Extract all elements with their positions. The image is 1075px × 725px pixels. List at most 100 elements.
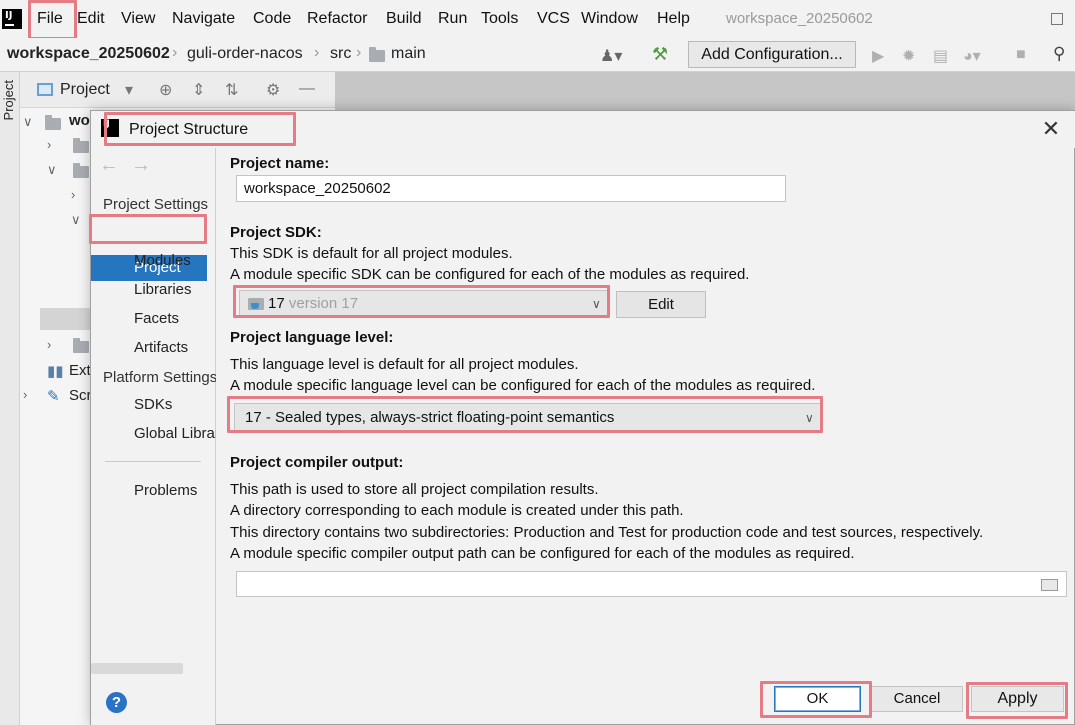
chevron-down-icon[interactable]: ∨ bbox=[23, 114, 33, 130]
breadcrumb-module[interactable]: guli-order-nacos bbox=[187, 45, 303, 63]
debug-icon[interactable]: ✹ bbox=[902, 46, 915, 66]
profile-icon[interactable]: ◕▾ bbox=[963, 46, 981, 66]
menu-vcs[interactable]: VCS bbox=[537, 10, 570, 28]
chevron-down-icon[interactable]: ▾ bbox=[125, 80, 133, 100]
sidebar-separator bbox=[105, 461, 201, 462]
locate-icon[interactable]: ⊕ bbox=[159, 80, 172, 100]
forward-arrow-icon[interactable]: → bbox=[131, 154, 151, 177]
folder-icon bbox=[73, 338, 89, 353]
project-sdk-label: Project SDK: bbox=[230, 224, 322, 241]
chevron-down-icon: ∨ bbox=[592, 297, 601, 311]
menu-bar: IJ File Edit View Navigate Code Refactor… bbox=[0, 0, 1075, 38]
user-icon[interactable]: ♟▾ bbox=[600, 46, 622, 66]
breadcrumb-src[interactable]: src bbox=[330, 45, 351, 63]
menu-tools[interactable]: Tools bbox=[481, 10, 518, 28]
project-structure-dialog: IJ Project Structure ✕ ← → Project Setti… bbox=[90, 110, 1075, 725]
intellij-logo-icon: IJ bbox=[0, 7, 24, 31]
sidebar-item-libraries[interactable]: Libraries bbox=[134, 281, 216, 298]
maximize-icon[interactable] bbox=[1051, 13, 1063, 25]
expand-all-icon[interactable]: ⇕ bbox=[192, 80, 205, 100]
project-sdk-dropdown[interactable]: 17 version 17 ∨ bbox=[239, 290, 609, 317]
cancel-button[interactable]: Cancel bbox=[871, 686, 963, 712]
language-level-dropdown[interactable]: 17 - Sealed types, always-strict floatin… bbox=[234, 403, 822, 432]
sidebar-item-problems[interactable]: Problems bbox=[134, 482, 216, 499]
breadcrumb-separator-icon: › bbox=[314, 44, 320, 61]
tree-item-external-libraries[interactable]: Ext bbox=[69, 362, 91, 379]
build-hammer-icon[interactable]: ⚒ bbox=[652, 44, 668, 65]
project-view-title[interactable]: Project bbox=[60, 81, 110, 99]
sidebar-item-modules[interactable]: Modules bbox=[134, 252, 216, 269]
menu-run[interactable]: Run bbox=[438, 10, 467, 28]
breadcrumb-workspace[interactable]: workspace_20250602 bbox=[7, 45, 170, 63]
language-level-desc-2: A module specific language level can be … bbox=[230, 377, 816, 394]
sidebar-scrollbar[interactable] bbox=[91, 663, 183, 674]
project-settings-content: Project name: workspace_20250602 Project… bbox=[217, 148, 1075, 688]
project-toolbar: Project ▾ ⊕ ⇕ ⇅ ⚙ — bbox=[20, 72, 335, 108]
menu-code[interactable]: Code bbox=[253, 10, 291, 28]
chevron-right-icon[interactable]: › bbox=[47, 137, 51, 152]
chevron-right-icon[interactable]: › bbox=[71, 187, 75, 202]
jdk-folder-icon bbox=[248, 298, 264, 310]
sdk-selected-value: 17 version 17 bbox=[268, 295, 358, 312]
platform-settings-header: Platform Settings bbox=[103, 369, 216, 386]
chevron-right-icon[interactable]: › bbox=[47, 337, 51, 352]
scratches-icon: ✎ bbox=[47, 388, 60, 405]
browse-folder-icon[interactable] bbox=[1041, 579, 1058, 591]
sdk-name: 17 bbox=[268, 295, 285, 312]
back-arrow-icon[interactable]: ← bbox=[99, 154, 119, 177]
edit-sdk-button[interactable]: Edit bbox=[616, 291, 706, 318]
menu-file[interactable]: File bbox=[37, 10, 63, 28]
folder-icon bbox=[73, 163, 89, 178]
tree-item-scratches[interactable]: Scr bbox=[69, 387, 92, 404]
chevron-down-icon[interactable]: ∨ bbox=[71, 212, 81, 228]
collapse-all-icon[interactable]: ⇅ bbox=[225, 80, 238, 100]
menu-help[interactable]: Help bbox=[657, 10, 690, 28]
sidebar-item-facets[interactable]: Facets bbox=[134, 310, 216, 327]
add-configuration-button[interactable]: Add Configuration... bbox=[688, 41, 856, 68]
stop-icon[interactable]: ■ bbox=[1016, 46, 1026, 64]
compiler-output-desc-2: A directory corresponding to each module… bbox=[230, 502, 684, 519]
menu-navigate[interactable]: Navigate bbox=[172, 10, 235, 28]
navigation-bar: workspace_20250602 › guli-order-nacos › … bbox=[0, 38, 1075, 72]
menu-build[interactable]: Build bbox=[386, 10, 422, 28]
run-icon[interactable]: ▶ bbox=[872, 46, 884, 66]
project-sdk-desc-2: A module specific SDK can be configured … bbox=[230, 266, 750, 283]
project-name-input[interactable]: workspace_20250602 bbox=[236, 175, 786, 202]
compiler-output-desc-3: This directory contains two subdirectori… bbox=[230, 524, 984, 541]
ok-button[interactable]: OK bbox=[774, 686, 861, 712]
project-tool-tab[interactable]: Project bbox=[1, 80, 16, 120]
folder-icon bbox=[369, 47, 385, 62]
compiler-output-label: Project compiler output: bbox=[230, 454, 404, 471]
help-icon[interactable]: ? bbox=[106, 692, 127, 713]
compiler-output-path-input[interactable] bbox=[236, 571, 1067, 597]
tool-window-strip: Project bbox=[0, 72, 20, 725]
menu-window[interactable]: Window bbox=[581, 10, 638, 28]
sidebar-item-global-libraries[interactable]: Global Libraries bbox=[134, 425, 216, 442]
minimize-icon[interactable]: — bbox=[299, 80, 315, 98]
close-icon[interactable]: ✕ bbox=[1039, 117, 1063, 141]
menu-edit[interactable]: Edit bbox=[77, 10, 105, 28]
tree-item-root[interactable]: wo bbox=[69, 112, 90, 129]
menu-refactor[interactable]: Refactor bbox=[307, 10, 367, 28]
breadcrumb-separator-icon: › bbox=[356, 44, 362, 61]
breadcrumb-separator-icon: › bbox=[172, 44, 178, 61]
coverage-icon[interactable]: ▤ bbox=[933, 46, 948, 66]
apply-button[interactable]: Apply bbox=[971, 686, 1064, 712]
dialog-title: Project Structure bbox=[129, 121, 249, 138]
project-view-icon bbox=[37, 83, 53, 96]
external-libraries-icon: ▮▮ bbox=[47, 363, 64, 380]
breadcrumb-main[interactable]: main bbox=[391, 45, 426, 63]
chevron-down-icon: ∨ bbox=[805, 411, 814, 425]
gear-icon[interactable]: ⚙ bbox=[266, 80, 280, 100]
intellij-logo-icon: IJ bbox=[99, 117, 121, 139]
menu-view[interactable]: View bbox=[121, 10, 155, 28]
sidebar-item-artifacts[interactable]: Artifacts bbox=[134, 339, 216, 356]
folder-icon bbox=[73, 138, 89, 153]
chevron-right-icon[interactable]: › bbox=[23, 387, 27, 402]
dialog-title-bar: IJ Project Structure ✕ bbox=[91, 111, 1075, 148]
chevron-down-icon[interactable]: ∨ bbox=[47, 162, 57, 178]
sdk-version: version 17 bbox=[288, 295, 359, 312]
search-icon[interactable]: ⚲ bbox=[1053, 44, 1065, 64]
sidebar-item-sdks[interactable]: SDKs bbox=[134, 396, 216, 413]
language-level-label: Project language level: bbox=[230, 329, 394, 346]
